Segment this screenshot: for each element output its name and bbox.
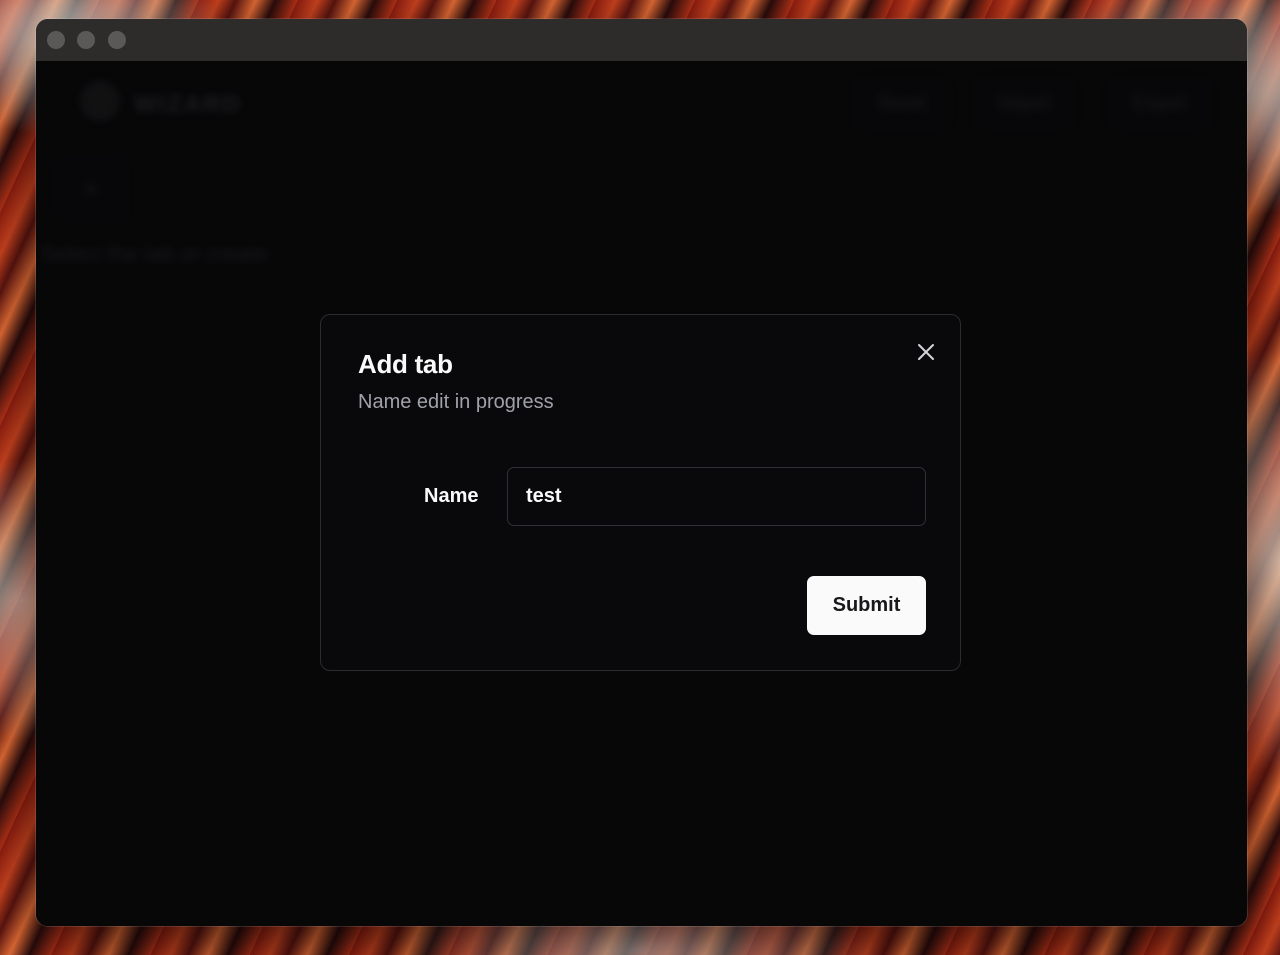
close-icon xyxy=(918,344,934,360)
name-label: Name xyxy=(424,485,479,507)
app-content: WIZARD Reset Import Export + Select the … xyxy=(36,61,1247,926)
dialog-title: Add tab xyxy=(358,349,453,379)
window-close-control[interactable] xyxy=(47,31,65,49)
window-titlebar xyxy=(36,19,1247,62)
submit-button[interactable]: Submit xyxy=(807,576,926,635)
window-minimize-control[interactable] xyxy=(77,31,95,49)
name-input[interactable] xyxy=(507,467,926,526)
app-window: WIZARD Reset Import Export + Select the … xyxy=(36,19,1247,926)
dialog-subtitle: Name edit in progress xyxy=(358,391,554,413)
close-button[interactable] xyxy=(913,339,939,365)
add-tab-dialog: Add tab Name edit in progress Name Submi… xyxy=(320,314,961,671)
window-maximize-control[interactable] xyxy=(108,31,126,49)
